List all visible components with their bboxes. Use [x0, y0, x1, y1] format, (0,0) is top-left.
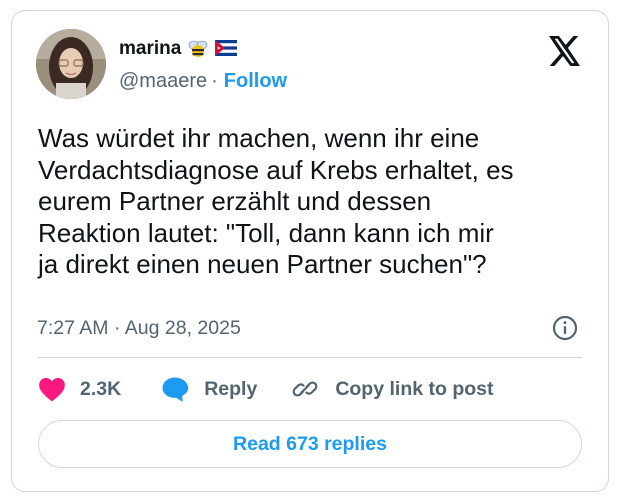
- reply-label: Reply: [204, 377, 258, 400]
- tweet-text: Was würdet ihr machen, wenn ihr eine Ver…: [38, 123, 514, 279]
- copy-link-label: Copy link to post: [335, 377, 494, 400]
- timestamp[interactable]: 7:27 AM · Aug 28, 2025: [37, 317, 241, 340]
- info-icon[interactable]: [551, 314, 579, 342]
- handle-row: @maaere · Follow: [119, 70, 287, 93]
- like-button[interactable]: 2.3K: [38, 376, 121, 402]
- reply-button[interactable]: Reply: [161, 376, 257, 402]
- separator-dot: ·: [211, 70, 218, 92]
- link-icon: [292, 381, 318, 397]
- name-row: marina: [119, 36, 238, 62]
- x-logo-icon[interactable]: [548, 36, 582, 66]
- display-name[interactable]: marina: [119, 38, 181, 60]
- follow-button[interactable]: Follow: [224, 70, 287, 93]
- action-bar: 2.3K Reply Copy link to post: [38, 373, 493, 405]
- copy-link-button[interactable]: Copy link to post: [291, 375, 493, 403]
- bee-emoji-icon: [187, 40, 209, 58]
- speech-bubble-icon: [162, 377, 189, 402]
- heart-icon: [39, 378, 65, 402]
- user-handle[interactable]: @maaere: [119, 70, 207, 93]
- avatar[interactable]: [36, 29, 106, 99]
- read-replies-button[interactable]: Read 673 replies: [38, 420, 582, 468]
- like-count: 2.3K: [80, 377, 122, 400]
- tweet-card: marina @maaere · Follow Was würdet ihr m…: [11, 10, 609, 492]
- divider: [38, 357, 582, 358]
- cuba-flag-emoji-icon: [215, 40, 238, 58]
